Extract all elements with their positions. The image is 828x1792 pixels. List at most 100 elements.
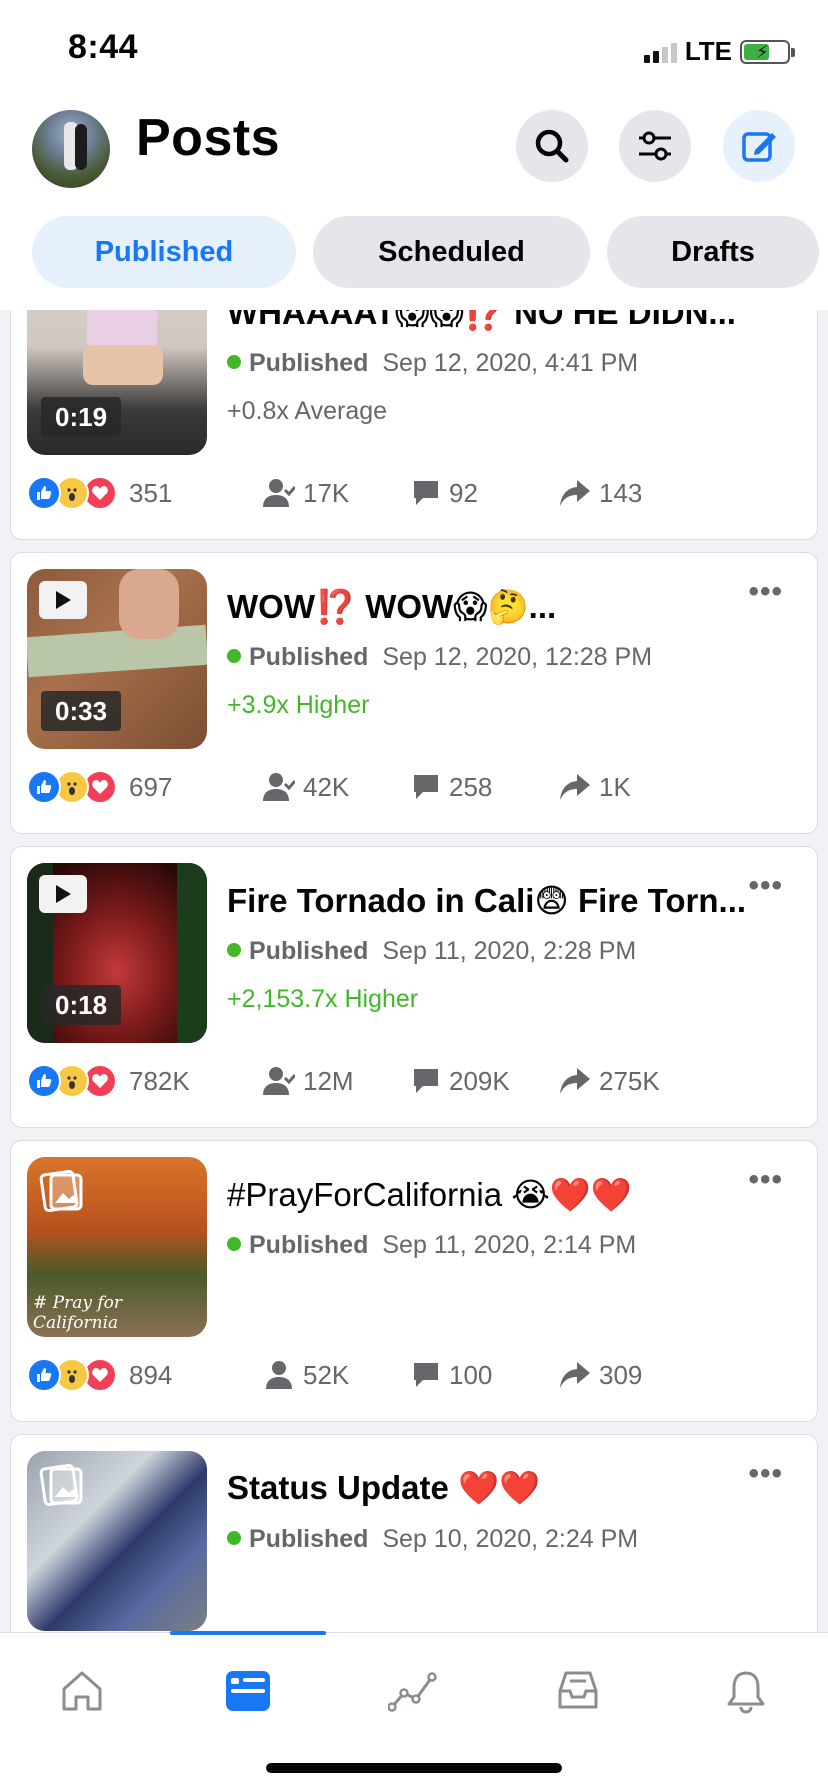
post-thumbnail[interactable] — [27, 1451, 207, 1631]
published-dot — [227, 943, 241, 957]
page-title: Posts — [136, 109, 281, 167]
status-indicators: LTE ⚡ — [643, 36, 795, 67]
reactions-icons — [27, 770, 117, 804]
post-thumbnail[interactable]: 0:18 — [27, 863, 207, 1043]
reactions-stat[interactable]: 894 — [27, 1353, 172, 1397]
people-reached-icon — [263, 773, 295, 801]
search-icon — [535, 129, 569, 163]
reach-stat[interactable]: 17K — [263, 471, 349, 515]
reactions-icons — [27, 476, 117, 510]
post-status: Published Sep 12, 2020, 12:28 PM — [227, 643, 652, 672]
video-duration: 0:18 — [41, 985, 122, 1025]
published-dot — [227, 649, 241, 663]
comments-stat[interactable]: 92 — [411, 471, 478, 515]
published-dot — [227, 355, 241, 369]
reactions-stat[interactable]: 782K — [27, 1059, 190, 1103]
post-status: Published Sep 10, 2020, 2:24 PM — [227, 1525, 638, 1554]
post-thumbnail[interactable]: 0:33 — [27, 569, 207, 749]
post-stats: 782K 12M 209K 275K — [27, 1059, 807, 1103]
video-duration: 0:19 — [41, 397, 122, 437]
comments-stat[interactable]: 209K — [411, 1059, 510, 1103]
post-card[interactable]: ••• Status Update ❤️❤️ Published Sep 10,… — [10, 1434, 818, 1632]
share-icon — [560, 480, 590, 506]
avatar[interactable] — [32, 110, 110, 188]
published-dot — [227, 1531, 241, 1545]
posts-list: 0:19 WHAAAAT😱😱⁉️ NO HE DIDN... Published… — [0, 310, 828, 1632]
tab-scheduled[interactable]: Scheduled — [313, 216, 590, 288]
reactions-stat[interactable]: 697 — [27, 765, 172, 809]
compose-icon — [742, 132, 776, 162]
search-button[interactable] — [516, 110, 588, 182]
reach-stat[interactable]: 52K — [263, 1353, 349, 1397]
comment-icon — [414, 481, 438, 505]
post-more-button[interactable]: ••• — [748, 869, 783, 903]
post-card[interactable]: 0:18 ••• Fire Tornado in Cali😨 Fire Torn… — [10, 846, 818, 1128]
inbox-icon — [558, 1671, 598, 1709]
post-more-button[interactable]: ••• — [748, 1457, 783, 1491]
post-stats: 697 42K 258 1K — [27, 765, 807, 809]
comment-icon — [414, 775, 438, 799]
reach-stat[interactable]: 42K — [263, 765, 349, 809]
nav-inbox[interactable] — [528, 1651, 628, 1731]
post-more-button[interactable]: ••• — [748, 575, 783, 609]
comments-stat[interactable]: 100 — [411, 1353, 492, 1397]
notifications-icon — [727, 1671, 765, 1714]
nav-insights[interactable] — [364, 1651, 464, 1731]
comment-icon — [414, 1069, 438, 1093]
comment-icon — [414, 1363, 438, 1387]
home-icon — [62, 1671, 102, 1711]
post-status: Published Sep 11, 2020, 2:14 PM — [227, 1231, 636, 1260]
tab-bar: Published Scheduled Drafts — [0, 210, 828, 310]
post-title[interactable]: Status Update ❤️❤️ — [227, 1469, 747, 1508]
filter-button[interactable] — [619, 110, 691, 182]
post-performance: +0.8x Average — [227, 397, 388, 425]
post-card[interactable]: 0:33 ••• WOW⁉️ WOW😱🤔... Published Sep 12… — [10, 552, 818, 834]
shares-stat[interactable]: 275K — [559, 1059, 660, 1103]
filter-icon — [639, 131, 671, 161]
network-label: LTE — [684, 36, 732, 66]
shares-stat[interactable]: 143 — [559, 471, 642, 515]
post-thumbnail[interactable]: 0:19 — [27, 310, 207, 455]
share-icon — [560, 1362, 590, 1388]
post-title[interactable]: WHAAAAT😱😱⁉️ NO HE DIDN... — [227, 310, 747, 333]
share-icon — [560, 1068, 590, 1094]
post-performance: +2,153.7x Higher — [227, 985, 419, 1013]
reactions-stat[interactable]: 351 — [27, 471, 172, 515]
reactions-icons — [27, 1064, 117, 1098]
like-reaction-icon — [27, 1358, 61, 1392]
nav-notifications[interactable] — [696, 1651, 796, 1731]
share-icon — [560, 774, 590, 800]
posts-icon — [226, 1671, 270, 1711]
post-status: Published Sep 12, 2020, 4:41 PM — [227, 349, 638, 378]
photo-badge-icon — [39, 1463, 83, 1507]
post-title[interactable]: WOW⁉️ WOW😱🤔... — [227, 587, 747, 627]
like-reaction-icon — [27, 476, 61, 510]
reach-stat[interactable]: 12M — [263, 1059, 354, 1103]
signal-icon — [643, 41, 677, 63]
tab-published[interactable]: Published — [32, 216, 296, 288]
post-status: Published Sep 11, 2020, 2:28 PM — [227, 937, 636, 966]
page-header: Posts — [0, 100, 828, 210]
post-title[interactable]: Fire Tornado in Cali😨 Fire Torn... — [227, 881, 747, 920]
nav-posts[interactable] — [198, 1651, 298, 1731]
post-stats: 351 17K 92 143 — [27, 471, 807, 515]
post-title[interactable]: #PrayForCalifornia 😭❤️❤️ — [227, 1175, 747, 1215]
battery-icon: ⚡ — [740, 39, 795, 64]
home-indicator — [266, 1763, 562, 1773]
post-more-button[interactable]: ••• — [748, 1163, 783, 1197]
post-card[interactable]: 0:19 WHAAAAT😱😱⁉️ NO HE DIDN... Published… — [10, 310, 818, 540]
create-post-button[interactable] — [723, 110, 795, 182]
tab-drafts[interactable]: Drafts — [607, 216, 819, 288]
comments-stat[interactable]: 258 — [411, 765, 492, 809]
status-time: 8:44 — [68, 28, 139, 66]
post-card[interactable]: # Pray for California ••• #PrayForCalifo… — [10, 1140, 818, 1422]
nav-home[interactable] — [32, 1651, 132, 1731]
like-reaction-icon — [27, 770, 61, 804]
reactions-icons — [27, 1358, 117, 1392]
thumbnail-caption: # Pray for California — [33, 1293, 123, 1333]
shares-stat[interactable]: 1K — [559, 765, 631, 809]
post-thumbnail[interactable]: # Pray for California — [27, 1157, 207, 1337]
people-reached-icon — [263, 1067, 295, 1095]
shares-stat[interactable]: 309 — [559, 1353, 642, 1397]
video-badge-icon — [39, 875, 87, 913]
